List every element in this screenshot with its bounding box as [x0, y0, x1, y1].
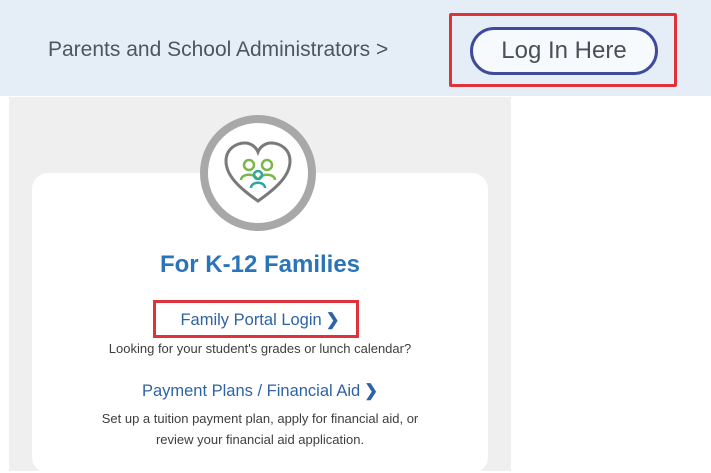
family-icon-circle — [200, 115, 316, 231]
payment-desc-line-1: Set up a tuition payment plan, apply for… — [101, 411, 419, 426]
payment-plans-link[interactable]: Payment Plans / Financial Aid ❯ — [32, 381, 488, 401]
payment-desc-line-2: review your financial aid application. — [155, 432, 365, 447]
payment-plans-label: Payment Plans / Financial Aid — [141, 382, 361, 400]
family-portal-login-label: Family Portal Login — [180, 311, 322, 329]
log-in-here-button[interactable]: Log In Here — [470, 27, 658, 75]
heart-family-icon — [224, 141, 292, 203]
card-title: For K-12 Families — [159, 251, 361, 278]
chevron-right-icon: ❯ — [364, 382, 379, 400]
family-portal-description: Looking for your student's grades or lun… — [108, 341, 412, 356]
payment-plans-description: Set up a tuition payment plan, apply for… — [32, 408, 488, 450]
chevron-right-icon: ❯ — [325, 311, 340, 329]
parents-admin-text: Parents and School Administrators > — [48, 38, 389, 61]
family-portal-login-link[interactable]: Family Portal Login ❯ — [32, 310, 488, 330]
